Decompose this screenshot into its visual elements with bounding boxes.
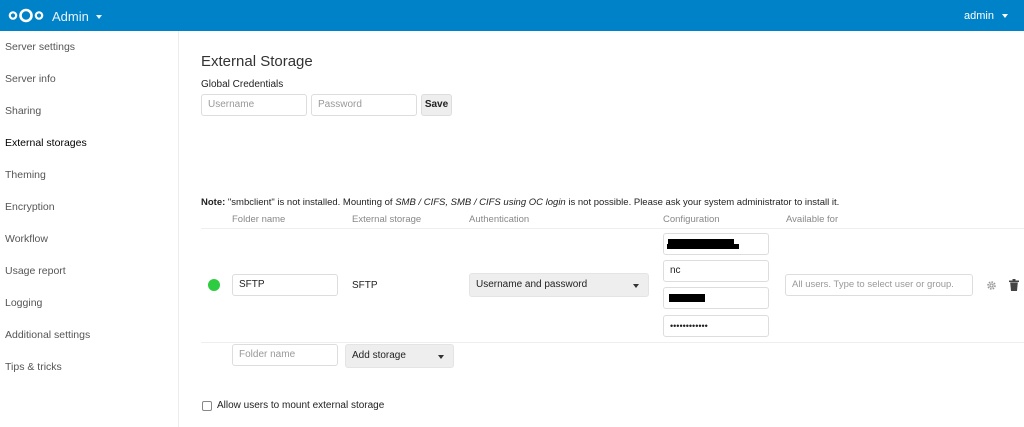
column-header-external-storage: External storage: [352, 214, 422, 225]
sidebar-item-external-storages[interactable]: External storages: [0, 127, 178, 159]
config-root-input[interactable]: nc: [663, 260, 769, 282]
sidebar-item-logging[interactable]: Logging: [0, 287, 178, 319]
gear-icon[interactable]: [986, 280, 997, 291]
user-menu[interactable]: admin: [964, 10, 1008, 22]
new-folder-name-input[interactable]: Folder name: [232, 344, 338, 366]
chevron-down-icon: [438, 355, 444, 359]
add-storage-label: Add storage: [352, 350, 406, 361]
smbclient-note: Note: "smbclient" is not installed. Moun…: [201, 197, 839, 208]
chevron-down-icon: [1002, 14, 1008, 18]
note-text-2: is not possible. Please ask your system …: [565, 197, 840, 208]
global-password-input[interactable]: Password: [311, 94, 417, 116]
config-host-input[interactable]: [663, 233, 769, 255]
redacted-login: [669, 294, 705, 302]
main-content: External Storage Global Credentials User…: [180, 31, 1024, 427]
external-storage-type: SFTP: [352, 280, 378, 291]
authentication-select-value: Username and password: [476, 279, 588, 290]
nextcloud-logo-icon[interactable]: [8, 7, 44, 24]
authentication-select[interactable]: Username and password: [469, 273, 649, 297]
sidebar-item-encryption[interactable]: Encryption: [0, 191, 178, 223]
sidebar-item-sharing[interactable]: Sharing: [0, 95, 178, 127]
page-title: External Storage: [201, 53, 313, 70]
allow-user-mounting-label[interactable]: Allow users to mount external storage: [217, 400, 384, 411]
chevron-down-icon: [633, 284, 639, 288]
config-password-input[interactable]: ••••••••••••: [663, 315, 769, 337]
redacted-host: [667, 244, 739, 249]
sidebar-item-workflow[interactable]: Workflow: [0, 223, 178, 255]
add-storage-select[interactable]: Add storage: [345, 344, 454, 368]
trash-icon[interactable]: [1009, 279, 1019, 291]
global-username-input[interactable]: Username: [201, 94, 307, 116]
sidebar-item-additional-settings[interactable]: Additional settings: [0, 319, 178, 351]
folder-name-input[interactable]: SFTP: [232, 274, 338, 296]
app-name-label: Admin: [52, 9, 89, 24]
column-header-configuration: Configuration: [663, 214, 720, 225]
sidebar-item-theming[interactable]: Theming: [0, 159, 178, 191]
row-divider: [201, 342, 1024, 343]
user-name-label: admin: [964, 10, 994, 22]
status-indicator[interactable]: [208, 279, 220, 291]
global-credentials-heading: Global Credentials: [201, 79, 284, 90]
config-login-input[interactable]: [663, 287, 769, 309]
note-text-1: "smbclient" is not installed. Mounting o…: [225, 197, 396, 208]
settings-sidebar: Server settings Server info Sharing Exte…: [0, 31, 179, 427]
save-button[interactable]: Save: [421, 94, 452, 116]
chevron-down-icon: [95, 14, 102, 19]
sidebar-item-tips-tricks[interactable]: Tips & tricks: [0, 351, 178, 383]
available-for-input[interactable]: All users. Type to select user or group.: [785, 274, 973, 296]
top-header: Admin admin: [0, 0, 1024, 31]
sidebar-item-usage-report[interactable]: Usage report: [0, 255, 178, 287]
note-italic: SMB / CIFS, SMB / CIFS using OC login: [395, 197, 566, 208]
allow-user-mounting-checkbox[interactable]: [202, 401, 212, 411]
sidebar-item-server-info[interactable]: Server info: [0, 63, 178, 95]
column-header-available-for: Available for: [786, 214, 839, 225]
column-header-authentication: Authentication: [469, 214, 530, 225]
sidebar-item-server-settings[interactable]: Server settings: [0, 31, 178, 63]
row-divider: [201, 228, 1024, 229]
note-label: Note:: [201, 197, 226, 208]
app-menu[interactable]: Admin: [52, 9, 102, 24]
column-header-folder-name: Folder name: [232, 214, 286, 225]
